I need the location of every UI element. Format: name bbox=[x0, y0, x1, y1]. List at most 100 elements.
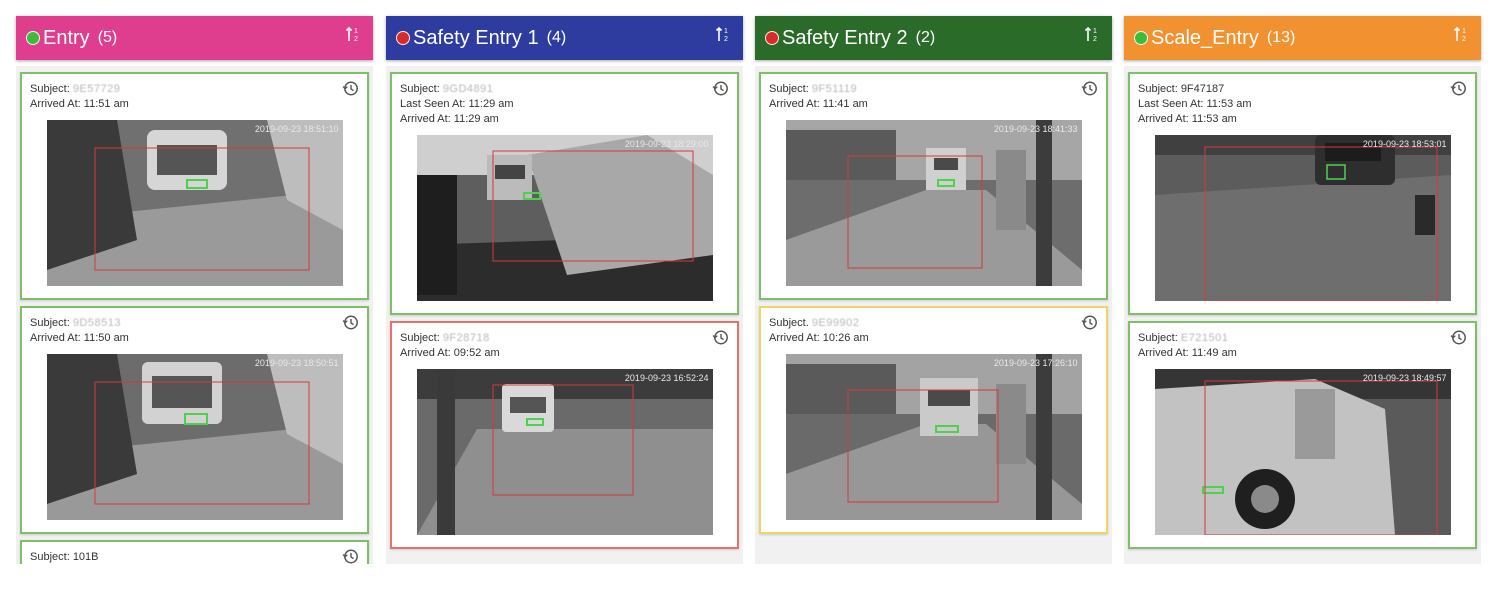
column-title: Safety Entry 2 bbox=[782, 26, 908, 49]
snapshot-timestamp: 2019-09-23 16:52:24 bbox=[624, 373, 709, 383]
svg-text:1: 1 bbox=[1462, 28, 1466, 35]
column-scale-entry: Scale_Entry (13) 12 Subject: 9F47187 Las… bbox=[1124, 16, 1481, 564]
board: Entry (5) 12 Subject: 9E57729 Arrived At… bbox=[0, 0, 1496, 594]
subject-card[interactable]: Subject: 9F51119 Arrived At: 11:41 am 20… bbox=[759, 72, 1108, 300]
column-title: Scale_Entry bbox=[1151, 26, 1259, 49]
subject-value: 9D58513 bbox=[72, 317, 121, 329]
subject-value: 9F28718 bbox=[442, 332, 490, 344]
subject-line: Subject. 9E99902 bbox=[769, 316, 1098, 331]
svg-text:2: 2 bbox=[1462, 36, 1466, 43]
column-header: Scale_Entry (13) 12 bbox=[1124, 16, 1481, 60]
camera-snapshot[interactable]: 2019-09-23 18:41:33 bbox=[785, 120, 1082, 286]
history-icon[interactable] bbox=[1081, 314, 1098, 331]
subject-value: 9F51119 bbox=[811, 83, 858, 95]
subject-card[interactable]: Subject: 9D58513 Arrived At: 11:50 am 20… bbox=[20, 306, 369, 534]
subject-line: Subject: 9F28718 bbox=[400, 331, 729, 346]
arrival-time: Arrived At: 11:49 am bbox=[1138, 347, 1237, 359]
subject-card[interactable]: Subject: 9F47187 Last Seen At: 11:53 am … bbox=[1128, 72, 1477, 315]
subject-line: Subject: 9D58513 bbox=[30, 316, 359, 331]
column-body[interactable]: Subject: 9E57729 Arrived At: 11:51 am 20… bbox=[16, 66, 373, 564]
arrival-time: Arrived At: 11:41 am bbox=[769, 98, 868, 110]
status-dot-icon bbox=[396, 31, 410, 45]
sort-icon[interactable]: 12 bbox=[1453, 25, 1469, 43]
column-body[interactable]: Subject: 9F51119 Arrived At: 11:41 am 20… bbox=[755, 66, 1112, 564]
subject-card[interactable]: Subject: E721501 Arrived At: 11:49 am 20… bbox=[1128, 321, 1477, 549]
subject-label: Subject: bbox=[1138, 332, 1178, 344]
arrival-time: Arrived At: 09:52 am bbox=[400, 347, 500, 359]
last-seen-time: Last Seen At: 11:53 am bbox=[1138, 98, 1252, 110]
subject-label: Subject: bbox=[30, 83, 70, 95]
camera-snapshot[interactable]: 2019-09-23 16:52:24 bbox=[416, 369, 713, 535]
snapshot-timestamp: 2019-09-23 18:51:10 bbox=[254, 124, 339, 134]
camera-snapshot[interactable]: 2019-09-23 18:51:10 bbox=[46, 120, 343, 286]
history-icon[interactable] bbox=[1450, 80, 1467, 97]
svg-text:1: 1 bbox=[724, 28, 728, 35]
history-icon[interactable] bbox=[1450, 329, 1467, 346]
snapshot-timestamp: 2019-09-23 18:50:51 bbox=[254, 358, 339, 368]
column-count: (5) bbox=[97, 29, 118, 46]
history-icon[interactable] bbox=[712, 329, 729, 346]
subject-value: 9F47187 bbox=[1180, 83, 1225, 95]
subject-line: Subject: 9GD4891 bbox=[400, 82, 729, 97]
history-icon[interactable] bbox=[1081, 80, 1098, 97]
column-header: Safety Entry 1 (4) 12 bbox=[386, 16, 743, 60]
status-dot-icon bbox=[765, 31, 779, 45]
subject-value: 9E57729 bbox=[72, 83, 121, 95]
camera-snapshot[interactable]: 2019-09-23 18:29:00 bbox=[416, 135, 713, 301]
subject-label: Subject: bbox=[769, 83, 809, 95]
column-safety-entry-2: Safety Entry 2 (2) 12 Subject: 9F51119 A… bbox=[755, 16, 1112, 564]
sort-icon[interactable]: 12 bbox=[345, 25, 361, 43]
camera-snapshot[interactable]: 2019-09-23 18:49:57 bbox=[1154, 369, 1451, 535]
subject-label: Subject: bbox=[1138, 83, 1178, 95]
subject-line: Subject: 9F51119 bbox=[769, 82, 1098, 97]
subject-value: 101B bbox=[72, 551, 99, 563]
subject-line: Subject: E721501 bbox=[1138, 331, 1467, 346]
column-count: (4) bbox=[546, 29, 567, 46]
subject-value: E721501 bbox=[1180, 332, 1229, 344]
snapshot-timestamp: 2019-09-23 18:49:57 bbox=[1362, 373, 1447, 383]
last-seen-time: Last Seen At: 11:29 am bbox=[400, 98, 514, 110]
svg-text:1: 1 bbox=[1093, 28, 1097, 35]
subject-value: 9GD4891 bbox=[442, 83, 494, 95]
column-body[interactable]: Subject: 9GD4891 Last Seen At: 11:29 am … bbox=[386, 66, 743, 564]
subject-card[interactable]: Subject. 9E99902 Arrived At: 10:26 am 20… bbox=[759, 306, 1108, 534]
snapshot-timestamp: 2019-09-23 18:41:33 bbox=[993, 124, 1078, 134]
snapshot-timestamp: 2019-09-23 18:29:00 bbox=[624, 139, 709, 149]
sort-icon[interactable]: 12 bbox=[715, 25, 731, 43]
svg-text:2: 2 bbox=[1093, 36, 1097, 43]
column-header: Safety Entry 2 (2) 12 bbox=[755, 16, 1112, 60]
history-icon[interactable] bbox=[342, 314, 359, 331]
svg-text:2: 2 bbox=[354, 36, 358, 43]
subject-line: Subject: 9F47187 bbox=[1138, 82, 1467, 97]
subject-label: Subject: bbox=[30, 317, 70, 329]
camera-snapshot[interactable]: 2019-09-23 17:26:10 bbox=[785, 354, 1082, 520]
snapshot-timestamp: 2019-09-23 18:53:01 bbox=[1362, 139, 1447, 149]
subject-card[interactable]: Subject: 101B bbox=[20, 540, 369, 564]
subject-value: 9E99902 bbox=[811, 317, 860, 329]
subject-label: Subject: bbox=[400, 83, 440, 95]
arrival-time: Arrived At: 11:50 am bbox=[30, 332, 129, 344]
column-safety-entry-1: Safety Entry 1 (4) 12 Subject: 9GD4891 L… bbox=[386, 16, 743, 564]
column-title: Safety Entry 1 bbox=[413, 26, 539, 49]
svg-text:2: 2 bbox=[724, 36, 728, 43]
sort-icon[interactable]: 12 bbox=[1084, 25, 1100, 43]
camera-snapshot[interactable]: 2019-09-23 18:50:51 bbox=[46, 354, 343, 520]
subject-line: Subject: 101B bbox=[30, 550, 359, 564]
history-icon[interactable] bbox=[342, 80, 359, 97]
arrival-time: Arrived At: 11:53 am bbox=[1138, 113, 1237, 125]
status-dot-icon bbox=[1134, 31, 1148, 45]
svg-text:1: 1 bbox=[354, 28, 358, 35]
column-body[interactable]: Subject: 9F47187 Last Seen At: 11:53 am … bbox=[1124, 66, 1481, 564]
history-icon[interactable] bbox=[712, 80, 729, 97]
column-entry: Entry (5) 12 Subject: 9E57729 Arrived At… bbox=[16, 16, 373, 564]
column-title: Entry bbox=[43, 26, 90, 49]
subject-card[interactable]: Subject: 9GD4891 Last Seen At: 11:29 am … bbox=[390, 72, 739, 315]
subject-card[interactable]: Subject: 9E57729 Arrived At: 11:51 am 20… bbox=[20, 72, 369, 300]
arrival-time: Arrived At: 11:29 am bbox=[400, 113, 499, 125]
status-dot-icon bbox=[26, 31, 40, 45]
subject-label: Subject. bbox=[769, 317, 809, 329]
camera-snapshot[interactable]: 2019-09-23 18:53:01 bbox=[1154, 135, 1451, 301]
subject-card[interactable]: Subject: 9F28718 Arrived At: 09:52 am 20… bbox=[390, 321, 739, 549]
history-icon[interactable] bbox=[342, 548, 359, 564]
arrival-time: Arrived At: 10:26 am bbox=[769, 332, 869, 344]
